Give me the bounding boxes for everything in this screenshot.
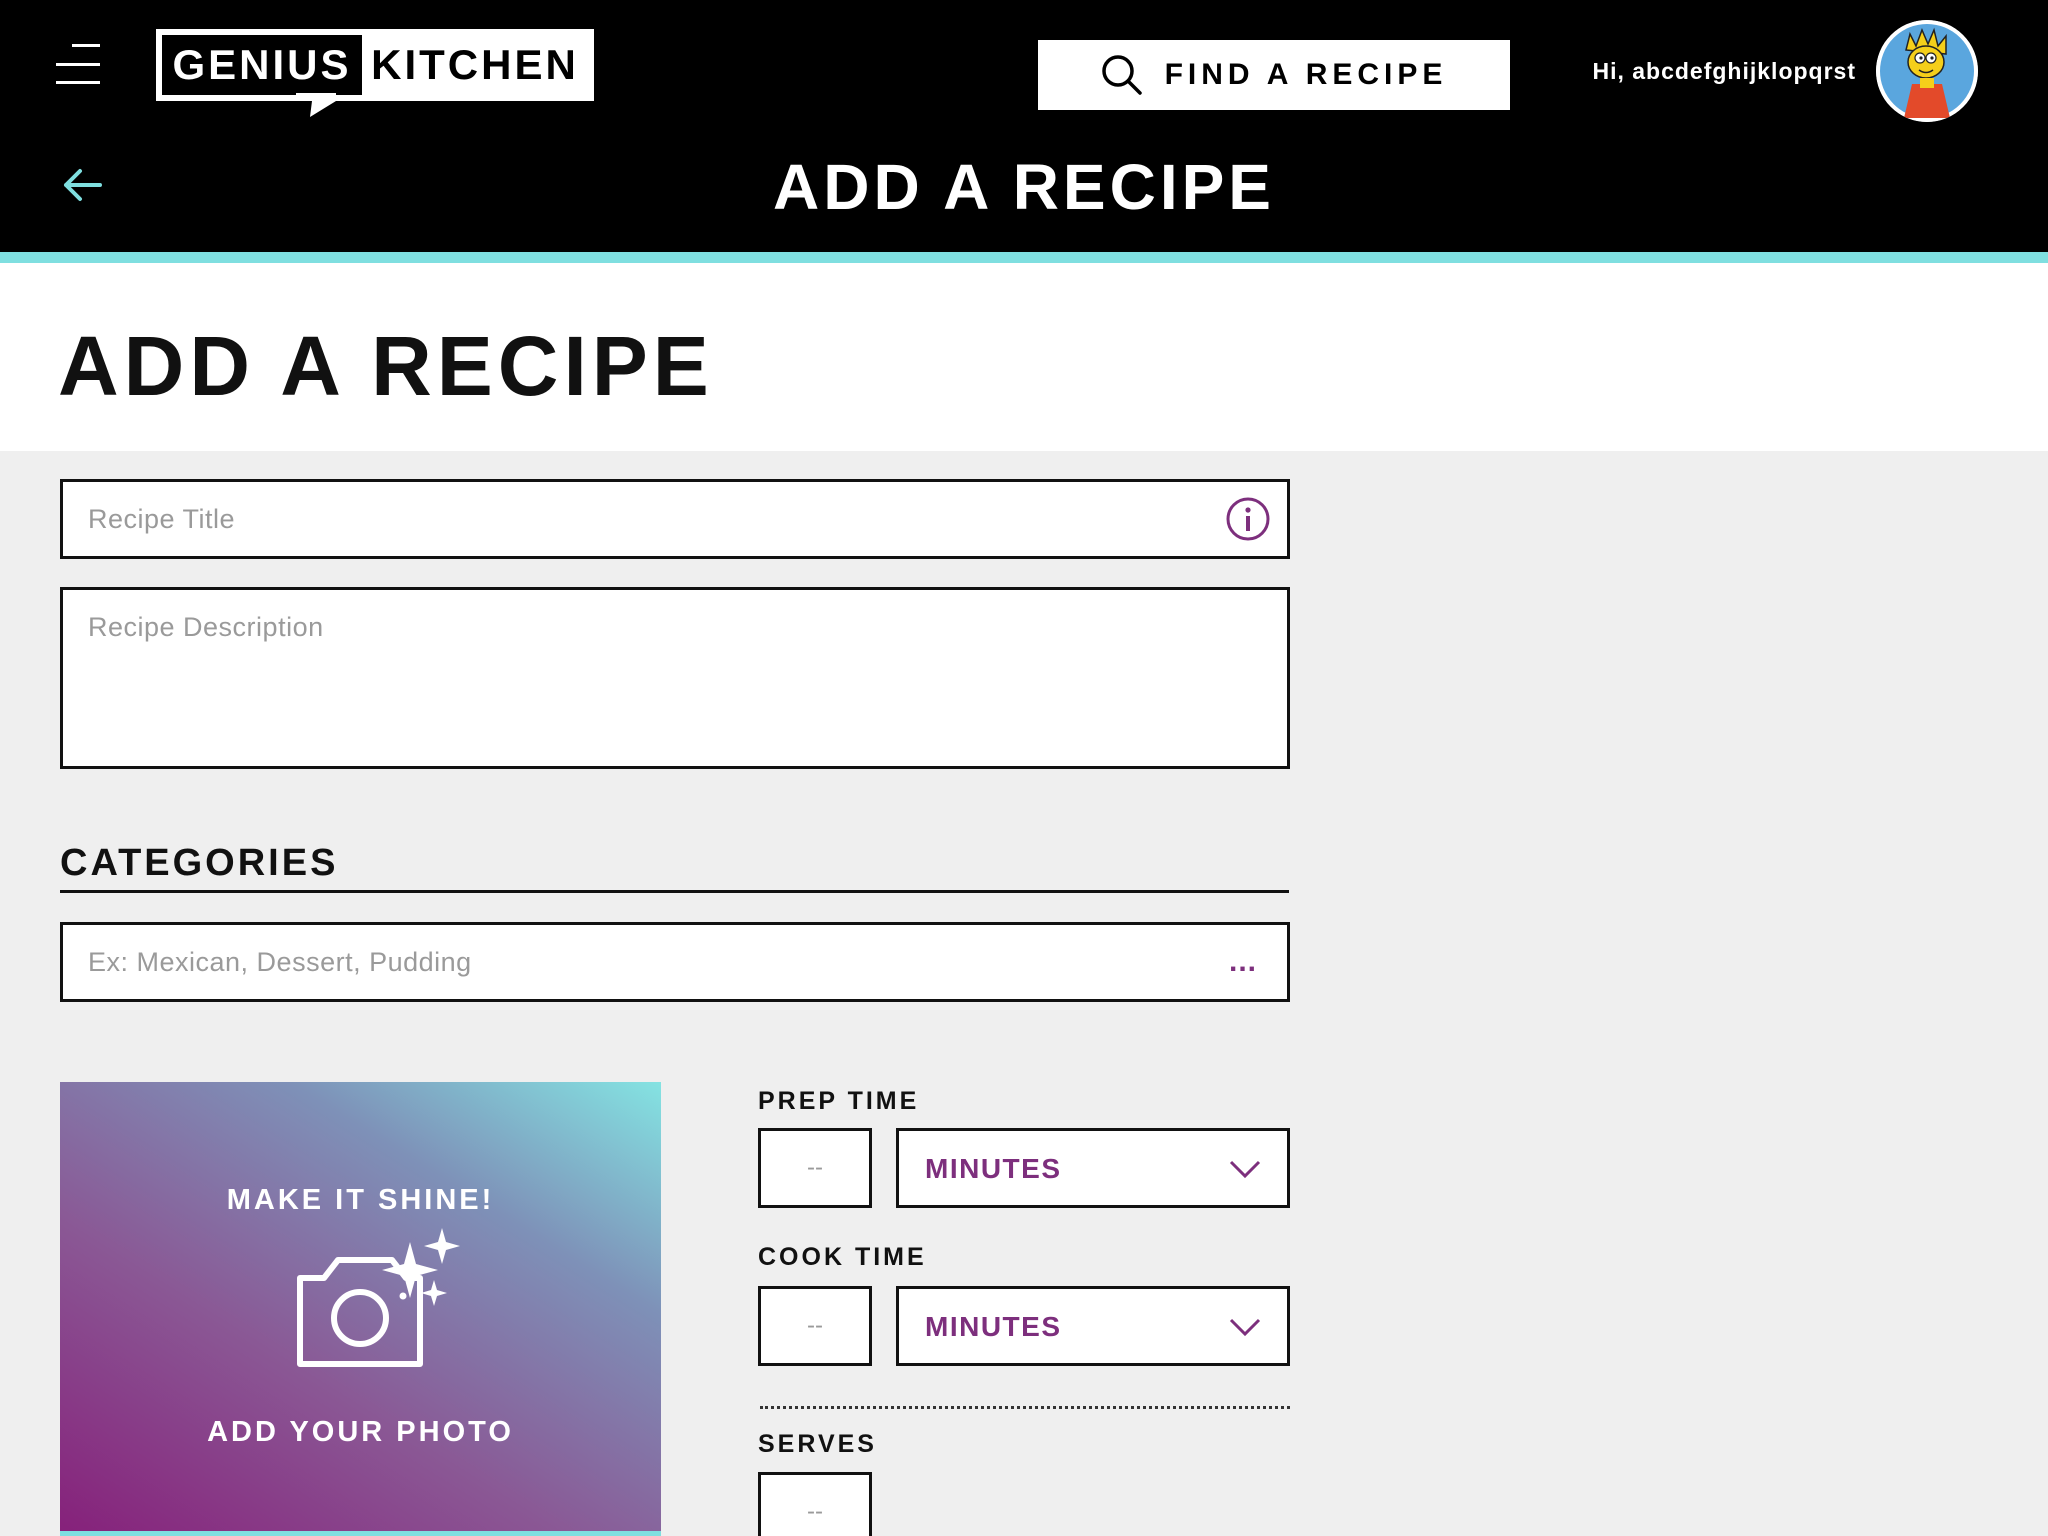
photo-card-accent [60, 1531, 661, 1536]
page-title: ADD A RECIPE [58, 319, 714, 413]
add-photo-label: ADD YOUR PHOTO [207, 1416, 514, 1448]
logo-text-kitchen: KITCHEN [371, 41, 579, 88]
time-serves-divider [760, 1406, 1290, 1409]
serves-label: SERVES [758, 1430, 877, 1458]
chevron-down-icon [1229, 1160, 1261, 1179]
recipe-description-placeholder: Recipe Description [88, 612, 324, 642]
recipe-title-input[interactable]: Recipe Title [60, 479, 1290, 559]
recipe-description-textarea[interactable]: Recipe Description [60, 587, 1290, 769]
user-avatar[interactable] [1876, 20, 1978, 122]
categories-heading: CATEGORIES [60, 842, 339, 884]
prep-time-unit-select[interactable]: MINUTES [896, 1128, 1290, 1208]
recipe-title-placeholder: Recipe Title [88, 504, 236, 534]
categories-more-button[interactable]: ... [1229, 945, 1257, 979]
categories-placeholder: Ex: Mexican, Dessert, Pudding [88, 947, 472, 977]
header-nav-title: ADD A RECIPE [773, 151, 1275, 223]
cook-time-input[interactable]: -- [758, 1286, 872, 1366]
search-icon [1101, 55, 1142, 95]
prep-time-label: PREP TIME [758, 1087, 920, 1115]
chevron-down-icon [1229, 1318, 1261, 1337]
add-photo-card[interactable]: MAKE IT SHINE! ADD YOUR PHOTO [60, 1082, 661, 1536]
prep-time-input[interactable]: -- [758, 1128, 872, 1208]
hamburger-menu-icon[interactable] [56, 44, 100, 84]
logo-text-genius: GENIUS [172, 41, 352, 88]
avatar-image [1876, 20, 1978, 122]
find-recipe-label: FIND A RECIPE [1164, 58, 1448, 91]
camera-icon [297, 1228, 460, 1367]
info-icon[interactable] [1225, 496, 1271, 542]
cook-time-label: COOK TIME [758, 1243, 927, 1271]
logo-speech-tail [296, 93, 336, 117]
prep-time-unit-value: MINUTES [925, 1153, 1062, 1184]
find-recipe-search-button[interactable]: FIND A RECIPE [1038, 40, 1510, 110]
photo-headline: MAKE IT SHINE! [226, 1184, 495, 1216]
categories-input[interactable]: Ex: Mexican, Dessert, Pudding ... [60, 922, 1290, 1002]
genius-kitchen-logo[interactable]: GENIUS KITCHEN [156, 29, 594, 117]
header-accent-strip [0, 252, 2048, 263]
cook-time-unit-select[interactable]: MINUTES [896, 1286, 1290, 1366]
serves-input[interactable]: -- [758, 1472, 872, 1536]
categories-divider [60, 890, 1289, 893]
user-greeting[interactable]: Hi, abcdefghijklopqrst [1480, 58, 1856, 85]
cook-time-unit-value: MINUTES [925, 1311, 1062, 1342]
